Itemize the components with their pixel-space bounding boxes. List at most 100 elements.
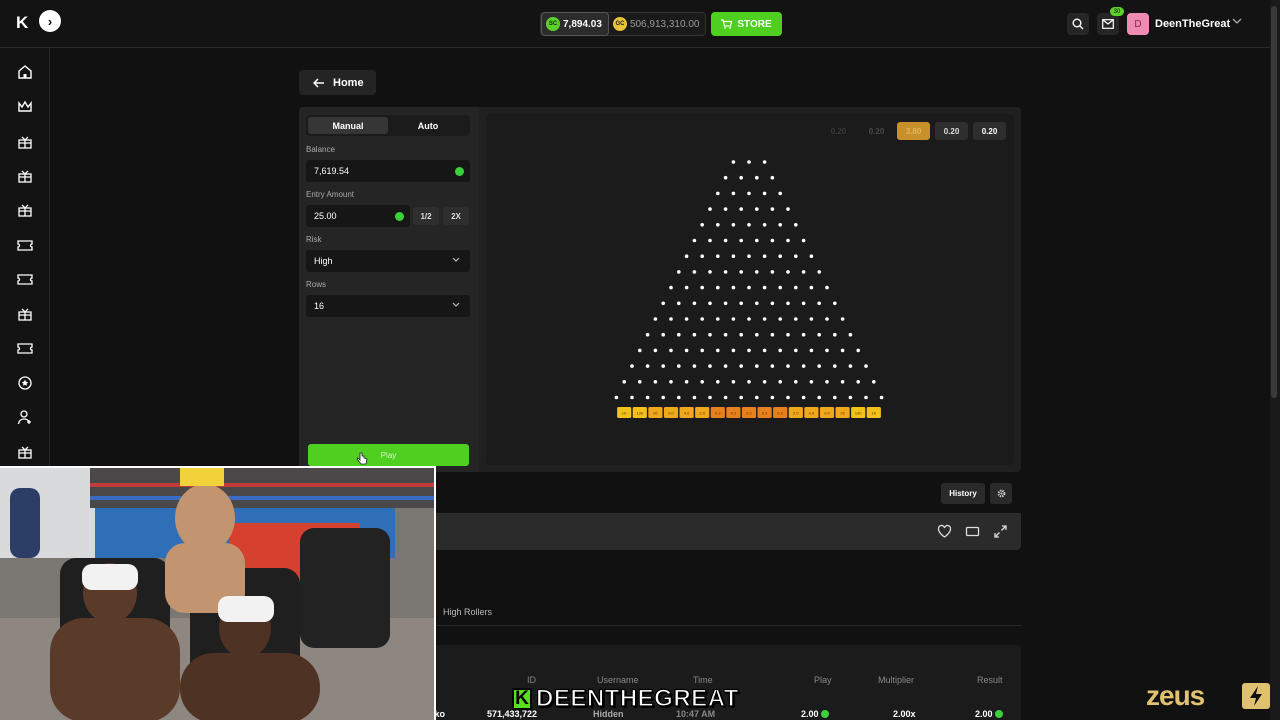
wallet-balance[interactable]: SC 7,894.03 GC 506,913,310.00	[540, 12, 707, 36]
plinko-peg	[848, 332, 853, 337]
plinko-peg	[731, 348, 736, 353]
column-header: Multiplier	[878, 675, 915, 685]
bucket-label: 9.0	[824, 411, 830, 416]
balance-field: 7,619.54	[306, 160, 470, 182]
tab-manual[interactable]: Manual	[308, 117, 388, 134]
store-button[interactable]: STORE	[711, 12, 782, 36]
plinko-peg	[794, 380, 798, 384]
plinko-peg	[716, 348, 720, 353]
back-home-button[interactable]: Home	[299, 70, 376, 95]
theater-mode-icon[interactable]	[965, 524, 980, 539]
plinko-peg	[684, 317, 689, 321]
chevron-down-icon	[452, 257, 460, 262]
plinko-peg	[778, 317, 782, 321]
bucket-label: 130	[855, 411, 862, 416]
plinko-peg	[677, 395, 681, 400]
cursor-hand-icon	[356, 452, 368, 465]
plinko-peg	[762, 380, 767, 384]
expand-sidebar-button[interactable]: ›	[39, 10, 61, 32]
bucket-label: 9.0	[668, 411, 674, 416]
bucket-label: 0.2	[762, 411, 768, 416]
sweeps-coin-balance[interactable]: SC 7,894.03	[541, 12, 609, 36]
history-button[interactable]: History	[941, 483, 985, 504]
plinko-peg	[645, 332, 650, 337]
plinko-peg	[778, 348, 782, 353]
plinko-peg	[786, 238, 790, 243]
plinko-peg	[747, 285, 751, 290]
heart-icon[interactable]	[937, 524, 952, 539]
plinko-peg	[700, 254, 704, 258]
user-icon[interactable]	[17, 409, 33, 425]
double-bet-button[interactable]: 2X	[443, 207, 469, 225]
fullscreen-icon[interactable]	[993, 524, 1008, 539]
gift-icon[interactable]	[17, 444, 33, 460]
half-bet-button[interactable]: 1/2	[413, 207, 439, 225]
plinko-peg	[833, 332, 837, 337]
plinko-peg	[770, 175, 775, 180]
tab-auto[interactable]: Auto	[388, 117, 468, 134]
bucket-label: 1K	[622, 411, 627, 416]
mail-icon	[1102, 19, 1114, 29]
plinko-peg	[684, 348, 689, 353]
plinko-peg	[809, 254, 814, 258]
plinko-peg	[700, 285, 704, 290]
ticket-icon[interactable]	[17, 340, 33, 356]
plinko-peg	[762, 223, 767, 227]
search-button[interactable]	[1067, 13, 1089, 35]
bucket-label: 2.0	[793, 411, 799, 416]
gift-icon[interactable]	[17, 168, 33, 184]
plinko-peg	[630, 395, 634, 400]
plinko-peg	[716, 223, 720, 227]
plinko-peg	[731, 254, 736, 258]
plinko-peg	[614, 395, 619, 400]
gold-coin-balance[interactable]: GC 506,913,310.00	[609, 12, 706, 36]
plinko-peg	[809, 380, 814, 384]
mode-tabs: Manual Auto	[306, 115, 470, 136]
plinko-peg	[755, 238, 759, 243]
plinko-peg	[778, 254, 782, 258]
plinko-peg	[731, 223, 736, 227]
scrollbar-thumb[interactable]	[1271, 6, 1277, 398]
ticket-icon[interactable]	[17, 271, 33, 287]
plinko-peg	[661, 332, 665, 337]
gift-icon[interactable]	[17, 306, 33, 322]
gift-icon[interactable]	[17, 202, 33, 218]
settings-button[interactable]	[990, 483, 1012, 504]
site-logo[interactable]: K	[16, 13, 28, 33]
plinko-peg	[825, 317, 829, 321]
plinko-peg	[716, 254, 720, 258]
play-button[interactable]: Play	[308, 444, 469, 466]
crown-icon[interactable]	[17, 99, 33, 115]
plinko-peg	[770, 332, 775, 337]
plinko-peg	[755, 301, 759, 306]
plinko-peg	[708, 301, 712, 306]
gift-icon[interactable]	[17, 134, 33, 150]
badge-icon[interactable]	[17, 375, 33, 391]
rows-select[interactable]: 16	[306, 295, 470, 317]
messages-button[interactable]	[1097, 13, 1119, 35]
plinko-peg	[716, 285, 720, 290]
gear-icon	[997, 489, 1005, 498]
username[interactable]: DeenTheGreat	[1155, 18, 1230, 30]
avatar[interactable]: D	[1127, 13, 1149, 35]
plinko-peg	[708, 270, 712, 274]
arrow-left-icon	[313, 77, 324, 88]
plinko-peg	[677, 332, 681, 337]
chevron-down-icon	[452, 302, 460, 307]
risk-select[interactable]: High	[306, 250, 470, 272]
tab-high-rollers[interactable]: High Rollers	[443, 607, 492, 617]
kick-logo-icon: K	[512, 688, 532, 710]
plinko-peg	[723, 207, 728, 211]
home-icon[interactable]	[17, 64, 33, 80]
balance-value: 7,619.54	[314, 166, 350, 176]
ticket-icon[interactable]	[17, 237, 33, 253]
plinko-peg	[684, 254, 689, 258]
plinko-peg	[723, 395, 728, 400]
plinko-peg	[817, 395, 821, 400]
mail-count-badge: 30	[1110, 7, 1124, 16]
plinko-peg	[856, 380, 860, 384]
plinko-peg	[731, 191, 736, 196]
plinko-peg	[840, 348, 845, 353]
plinko-peg	[778, 380, 782, 384]
chevron-down-icon[interactable]	[1232, 17, 1242, 25]
